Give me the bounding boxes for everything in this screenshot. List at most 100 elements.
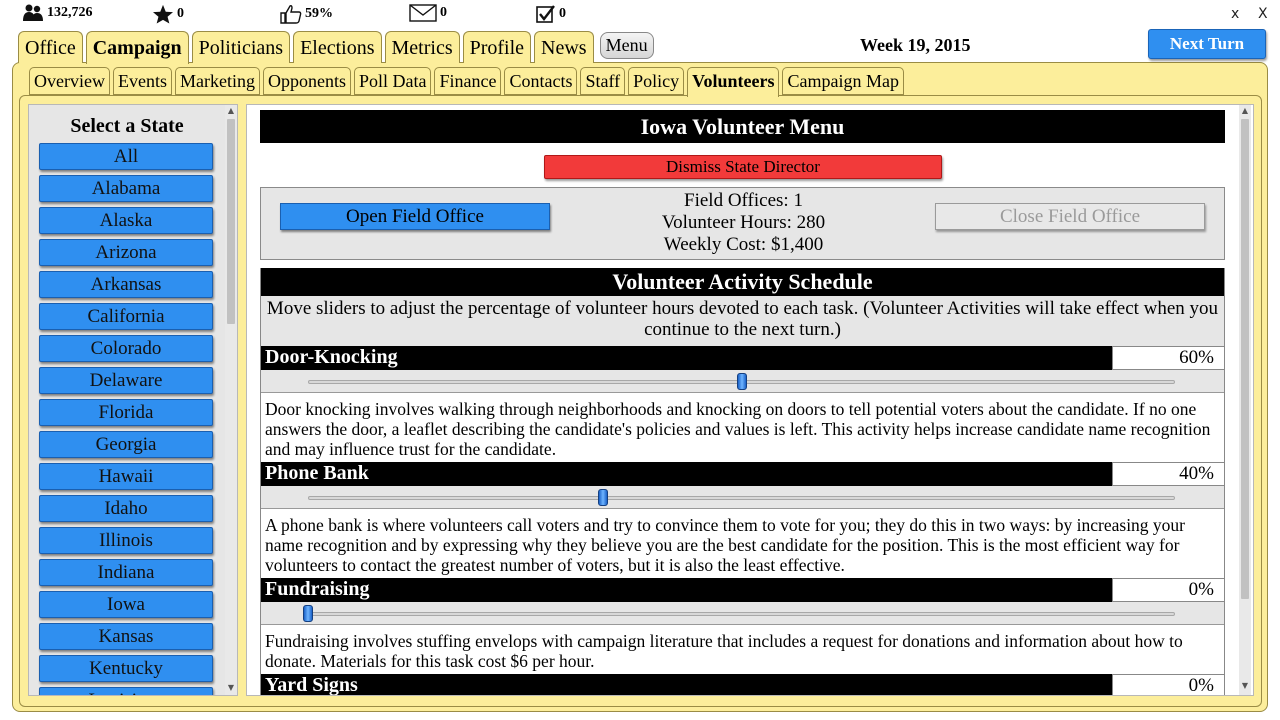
- people-icon: [23, 4, 43, 21]
- subtab-marketing[interactable]: Marketing: [174, 67, 260, 95]
- approval-value: 59%: [305, 6, 333, 21]
- volunteer-activity-schedule: Volunteer Activity Schedule Move sliders…: [260, 268, 1225, 695]
- state-button-arizona[interactable]: Arizona: [39, 239, 213, 266]
- state-list-scrollbar[interactable]: ▲ ▼: [225, 105, 237, 695]
- fundraising-slider-thumb[interactable]: [303, 605, 313, 622]
- activity-door-knocking-description: Door knocking involves walking through n…: [260, 394, 1225, 460]
- state-button-colorado[interactable]: Colorado: [39, 335, 213, 362]
- subtab-policy[interactable]: Policy: [628, 67, 685, 95]
- state-selector: Select a State All Alabama Alaska Arizon…: [28, 104, 238, 696]
- activity-yard-signs-title: Yard Signs: [260, 674, 1112, 695]
- state-button-alabama[interactable]: Alabama: [39, 175, 213, 202]
- subtab-events[interactable]: Events: [112, 67, 172, 95]
- phone-bank-slider[interactable]: [308, 496, 1175, 500]
- tab-office[interactable]: Office: [18, 31, 83, 63]
- schedule-title: Volunteer Activity Schedule: [260, 268, 1225, 296]
- state-button-florida[interactable]: Florida: [39, 399, 213, 426]
- tab-profile[interactable]: Profile: [462, 31, 532, 63]
- field-office-box: Open Field Office Field Offices: 1 Volun…: [260, 187, 1225, 260]
- messages-stat[interactable]: 0: [409, 4, 447, 22]
- state-button-all[interactable]: All: [39, 143, 213, 170]
- activity-door-knocking-percent: 60%: [1112, 346, 1225, 370]
- activity-phone-bank-percent: 40%: [1112, 462, 1225, 486]
- state-button-delaware[interactable]: Delaware: [39, 367, 213, 394]
- content-scrollbar[interactable]: ▲ ▼: [1239, 105, 1251, 695]
- scroll-up-arrow[interactable]: ▲: [226, 106, 236, 115]
- phone-bank-slider-row: [260, 486, 1225, 509]
- state-list: All Alabama Alaska Arizona Arkansas Cali…: [39, 143, 213, 695]
- state-selector-title: Select a State: [70, 115, 184, 137]
- open-field-office-button[interactable]: Open Field Office: [280, 203, 550, 230]
- minimize-button[interactable]: x: [1231, 6, 1239, 22]
- activity-fundraising-title: Fundraising: [260, 578, 1112, 602]
- tab-news[interactable]: News: [534, 31, 594, 63]
- subtab-opponents[interactable]: Opponents: [262, 67, 351, 95]
- subtab-volunteers[interactable]: Volunteers: [687, 67, 780, 97]
- close-field-office-button[interactable]: Close Field Office: [935, 203, 1205, 230]
- weekly-cost: Weekly Cost: $1,400: [663, 234, 824, 255]
- volunteer-menu-title: Iowa Volunteer Menu: [260, 110, 1225, 143]
- phone-bank-slider-thumb[interactable]: [597, 489, 608, 506]
- menu-button[interactable]: Menu: [599, 32, 654, 59]
- subtab-finance[interactable]: Finance: [434, 67, 502, 95]
- state-button-california[interactable]: California: [39, 303, 213, 330]
- week-label: Week 19, 2015: [860, 35, 971, 55]
- volunteer-menu: Iowa Volunteer Menu Dismiss State Direct…: [246, 104, 1254, 696]
- subtab-overview[interactable]: Overview: [29, 67, 110, 95]
- content-scroll-up-arrow[interactable]: ▲: [1240, 106, 1250, 115]
- state-button-idaho[interactable]: Idaho: [39, 495, 213, 522]
- door-knocking-slider-thumb[interactable]: [736, 373, 747, 390]
- state-button-iowa[interactable]: Iowa: [39, 591, 213, 618]
- messages-value: 0: [440, 5, 447, 20]
- door-knocking-slider-row: [260, 370, 1225, 393]
- star-icon: [153, 4, 173, 24]
- sub-tabs: Overview Events Marketing Opponents Poll…: [29, 67, 904, 97]
- tab-campaign[interactable]: Campaign: [85, 31, 189, 64]
- close-window-button[interactable]: X: [1258, 6, 1268, 22]
- envelope-icon: [409, 4, 437, 22]
- activity-fundraising-description: Fundraising involves stuffing envelops w…: [260, 626, 1225, 674]
- checkbox-icon: [536, 5, 555, 23]
- state-button-arkansas[interactable]: Arkansas: [39, 271, 213, 298]
- stars-stat: 0: [152, 4, 184, 24]
- tasks-stat[interactable]: 0: [536, 4, 566, 24]
- field-office-stats: Field Offices: 1 Volunteer Hours: 280 We…: [611, 190, 876, 256]
- population-stat: 132,726: [22, 4, 93, 22]
- approval-stat: 59%: [280, 4, 333, 24]
- state-button-alaska[interactable]: Alaska: [39, 207, 213, 234]
- state-button-illinois[interactable]: Illinois: [39, 527, 213, 554]
- tab-politicians[interactable]: Politicians: [191, 31, 291, 63]
- tab-metrics[interactable]: Metrics: [384, 31, 460, 63]
- state-list-scroll-thumb[interactable]: [227, 119, 235, 324]
- population-value: 132,726: [47, 5, 93, 20]
- state-button-kansas[interactable]: Kansas: [39, 623, 213, 650]
- state-button-louisiana[interactable]: Louisiana: [39, 687, 213, 695]
- scroll-down-arrow[interactable]: ▼: [226, 683, 236, 692]
- tab-elections[interactable]: Elections: [293, 31, 382, 63]
- subtab-campaign-map[interactable]: Campaign Map: [782, 67, 904, 95]
- activity-door-knocking-title: Door-Knocking: [260, 346, 1112, 370]
- schedule-instructions: Move sliders to adjust the percentage of…: [260, 296, 1225, 346]
- subtab-staff[interactable]: Staff: [580, 67, 626, 95]
- stars-value: 0: [177, 6, 184, 21]
- activity-yard-signs-percent: 0%: [1112, 674, 1225, 695]
- main-tabs: Office Campaign Politicians Elections Me…: [18, 31, 654, 64]
- fundraising-slider[interactable]: [308, 612, 1175, 616]
- content-scroll-down-arrow[interactable]: ▼: [1240, 681, 1250, 690]
- state-button-indiana[interactable]: Indiana: [39, 559, 213, 586]
- next-turn-button[interactable]: Next Turn: [1148, 29, 1266, 59]
- content-scroll-thumb[interactable]: [1241, 119, 1249, 599]
- state-button-georgia[interactable]: Georgia: [39, 431, 213, 458]
- thumbs-up-icon: [280, 5, 302, 24]
- top-status-bar: 132,726 0 59% 0 0 x X: [0, 0, 1280, 30]
- subtab-contacts[interactable]: Contacts: [504, 67, 578, 95]
- activity-phone-bank-title: Phone Bank: [260, 462, 1112, 486]
- field-offices-count: Field Offices: 1: [684, 190, 803, 211]
- subtab-poll-data[interactable]: Poll Data: [353, 67, 432, 95]
- volunteer-hours: Volunteer Hours: 280: [661, 212, 826, 233]
- dismiss-state-director-button[interactable]: Dismiss State Director: [544, 155, 942, 179]
- state-button-kentucky[interactable]: Kentucky: [39, 655, 213, 682]
- tasks-value: 0: [559, 6, 566, 21]
- state-button-hawaii[interactable]: Hawaii: [39, 463, 213, 490]
- activity-fundraising-percent: 0%: [1112, 578, 1225, 602]
